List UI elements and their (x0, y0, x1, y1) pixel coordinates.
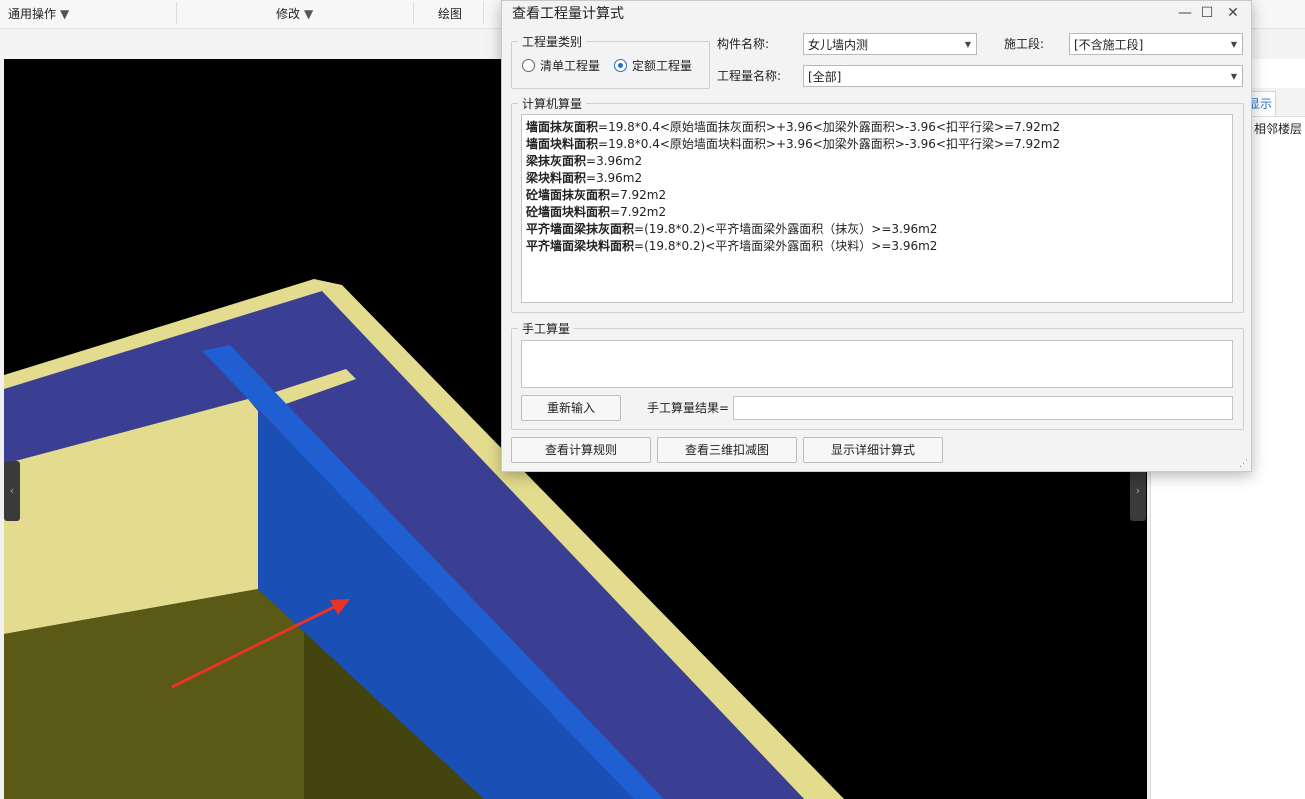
quantity-name-label: 工程量名称: (717, 69, 782, 83)
component-label: 构件名称: (717, 37, 770, 51)
close-icon[interactable]: ✕ (1220, 3, 1246, 23)
calc-item-formula: =7.92m2 (610, 188, 667, 202)
general-ops-label: 通用操作 (8, 7, 57, 21)
calc-item-name: 砼墙面块料面积 (526, 205, 611, 219)
calc-item-name: 梁块料面积 (526, 171, 587, 185)
modify-menu[interactable]: 修改 ▼ (276, 0, 313, 28)
modify-label: 修改 (276, 7, 301, 21)
chevron-down-icon: ▼ (60, 7, 70, 21)
radio-unchecked-icon (522, 59, 535, 72)
dialog-title: 查看工程量计算式 (512, 6, 624, 22)
manual-result-field[interactable] (733, 396, 1233, 420)
quantity-name-select[interactable]: [全部] ▼ (803, 65, 1243, 87)
calc-formula-line: 砼墙面抹灰面积=7.92m2 (526, 187, 1060, 204)
dropdown-arrow-icon: ▼ (1230, 40, 1237, 49)
calc-item-name: 梁抹灰面积 (526, 154, 587, 168)
ribbon-divider (483, 2, 484, 24)
calc-formula-list: 墙面抹灰面积=19.8*0.4<原始墙面抹灰面积>+3.96<加梁外露面积>-3… (526, 119, 1060, 255)
calc-item-formula: =(19.8*0.2)<平齐墙面梁外露面积（块料）>=3.96m2 (634, 239, 938, 253)
radio-quota-quantity[interactable]: 定额工程量 (614, 57, 692, 74)
view-3d-deduction-button[interactable]: 查看三维扣减图 (657, 437, 797, 463)
calc-item-formula: =(19.8*0.2)<平齐墙面梁外露面积（抹灰）>=3.96m2 (634, 222, 938, 236)
calc-formula-line: 砼墙面块料面积=7.92m2 (526, 204, 1060, 221)
calc-item-name: 墙面抹灰面积 (526, 120, 599, 134)
chevron-down-icon: ▼ (304, 7, 314, 21)
calc-item-formula: =7.92m2 (610, 205, 667, 219)
stage-label: 施工段: (1004, 37, 1045, 51)
show-detail-formula-button[interactable]: 显示详细计算式 (803, 437, 943, 463)
radio-checked-icon (614, 59, 627, 72)
calc-formula-line: 平齐墙面梁块料面积=(19.8*0.2)<平齐墙面梁外露面积（块料）>=3.96… (526, 238, 1060, 255)
draw-label: 绘图 (438, 7, 463, 21)
manual-formula-input[interactable] (521, 340, 1233, 388)
adjacent-floor-item[interactable]: 相邻楼层 (1254, 120, 1302, 138)
calc-item-formula: =3.96m2 (586, 154, 643, 168)
manual-result-label: 手工算量结果= (647, 401, 730, 415)
calc-item-name: 平齐墙面梁抹灰面积 (526, 222, 635, 236)
calc-item-formula: =19.8*0.4<原始墙面抹灰面积>+3.96<加梁外露面积>-3.96<扣平… (598, 120, 1061, 134)
calc-formula-line: 梁抹灰面积=3.96m2 (526, 153, 1060, 170)
component-select[interactable]: 女儿墙内测 ▼ (803, 33, 977, 55)
calc-formula-line: 梁块料面积=3.96m2 (526, 170, 1060, 187)
quantity-formula-dialog: 查看工程量计算式 — ☐ ✕ 工程量类别 清单工程量 定额工程量 构件名称: 女… (501, 0, 1252, 472)
dropdown-arrow-icon: ▼ (964, 40, 971, 49)
general-ops-menu[interactable]: 通用操作 ▼ (8, 0, 69, 28)
calc-formula-line: 墙面抹灰面积=19.8*0.4<原始墙面抹灰面积>+3.96<加梁外露面积>-3… (526, 119, 1060, 136)
reenter-button[interactable]: 重新输入 (521, 395, 621, 421)
calc-formula-line: 墙面块料面积=19.8*0.4<原始墙面块料面积>+3.96<加梁外露面积>-3… (526, 136, 1060, 153)
manual-calc-label: 手工算量 (522, 322, 571, 336)
stage-select[interactable]: [不含施工段] ▼ (1069, 33, 1243, 55)
radio-quota-label: 定额工程量 (632, 59, 693, 73)
maximize-icon[interactable]: ☐ (1194, 3, 1220, 23)
calc-item-formula: =19.8*0.4<原始墙面块料面积>+3.96<加梁外露面积>-3.96<扣平… (598, 137, 1061, 151)
stage-value: [不含施工段] (1074, 38, 1144, 52)
view-calc-rules-button[interactable]: 查看计算规则 (511, 437, 651, 463)
ribbon-divider (413, 2, 414, 24)
left-collapse-tab[interactable]: ‹ (4, 461, 20, 521)
calc-item-name: 砼墙面抹灰面积 (526, 188, 611, 202)
radio-bill-label: 清单工程量 (540, 59, 601, 73)
calc-item-name: 平齐墙面梁块料面积 (526, 239, 635, 253)
ribbon-divider (176, 2, 177, 24)
quantity-name-value: [全部] (808, 70, 842, 84)
draw-menu[interactable]: 绘图 (438, 0, 462, 28)
computer-calc-label: 计算机算量 (522, 97, 583, 111)
resize-grip-icon[interactable]: ⋰ (1239, 459, 1248, 469)
dropdown-arrow-icon: ▼ (1230, 72, 1237, 81)
manual-result-value (734, 401, 738, 415)
calc-formula-line: 平齐墙面梁抹灰面积=(19.8*0.2)<平齐墙面梁外露面积（抹灰）>=3.96… (526, 221, 1060, 238)
calc-item-formula: =3.96m2 (586, 171, 643, 185)
radio-bill-quantity[interactable]: 清单工程量 (522, 57, 600, 74)
calc-item-name: 墙面块料面积 (526, 137, 599, 151)
component-value: 女儿墙内测 (808, 38, 869, 52)
calc-formula-box[interactable]: 墙面抹灰面积=19.8*0.4<原始墙面抹灰面积>+3.96<加梁外露面积>-3… (521, 114, 1233, 303)
category-group-label: 工程量类别 (522, 35, 583, 49)
